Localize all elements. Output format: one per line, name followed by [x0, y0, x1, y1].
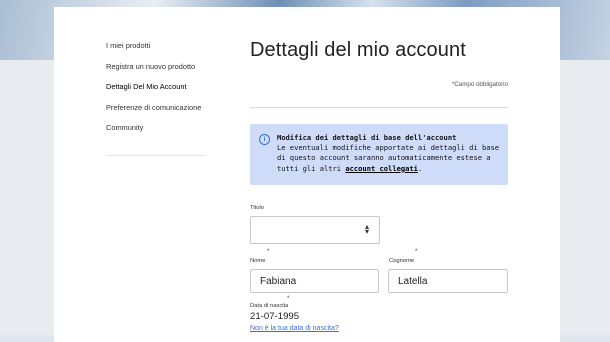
- info-notice-title: Modifica dei dettagli di base dell'accou…: [277, 133, 457, 142]
- last-name-input[interactable]: Latella: [388, 269, 508, 293]
- info-notice-period: .: [417, 163, 423, 173]
- dob-required-marker: *: [287, 296, 290, 302]
- sidebar-item-account-details[interactable]: Dettagli Del Mio Account: [106, 82, 206, 91]
- sidebar-item-community[interactable]: Community: [106, 123, 206, 132]
- first-name-required-marker: *: [267, 249, 270, 255]
- date-of-birth-value: 21-07-1995: [250, 311, 300, 322]
- account-card: I miei prodotti Registra un nuovo prodot…: [54, 7, 560, 342]
- last-name-label: Cognome: [389, 258, 415, 264]
- linked-accounts-link[interactable]: account collegati: [345, 164, 418, 173]
- sidebar-divider: [106, 155, 206, 156]
- chevron-up-down-icon: ▴ ▾: [364, 222, 369, 236]
- first-name-label: Nome: [250, 258, 266, 264]
- sidebar-nav: I miei prodotti Registra un nuovo prodot…: [106, 41, 206, 144]
- date-of-birth-label: Data di nascita: [250, 303, 289, 309]
- title-divider: [250, 107, 508, 108]
- sidebar-item-communication-preferences[interactable]: Preferenze di comunicazione: [106, 103, 206, 112]
- page-title: Dettagli del mio account: [250, 39, 466, 61]
- not-your-birthdate-link[interactable]: Non è la tua data di nascita?: [250, 325, 339, 332]
- sidebar-item-register-product[interactable]: Registra un nuovo prodotto: [106, 62, 206, 71]
- first-name-input[interactable]: Fabiana: [250, 269, 379, 293]
- last-name-required-marker: *: [415, 249, 418, 255]
- title-select[interactable]: ▴ ▾: [250, 216, 380, 244]
- info-notice: i Modifica dei dettagli di base dell'acc…: [250, 124, 508, 185]
- info-notice-text: Modifica dei dettagli di base dell'accou…: [277, 133, 502, 174]
- info-icon: i: [259, 134, 270, 145]
- sidebar-item-my-products[interactable]: I miei prodotti: [106, 41, 206, 50]
- required-field-note: *Campo obbligatorio: [451, 81, 508, 88]
- title-field-label: Titolo: [250, 205, 264, 211]
